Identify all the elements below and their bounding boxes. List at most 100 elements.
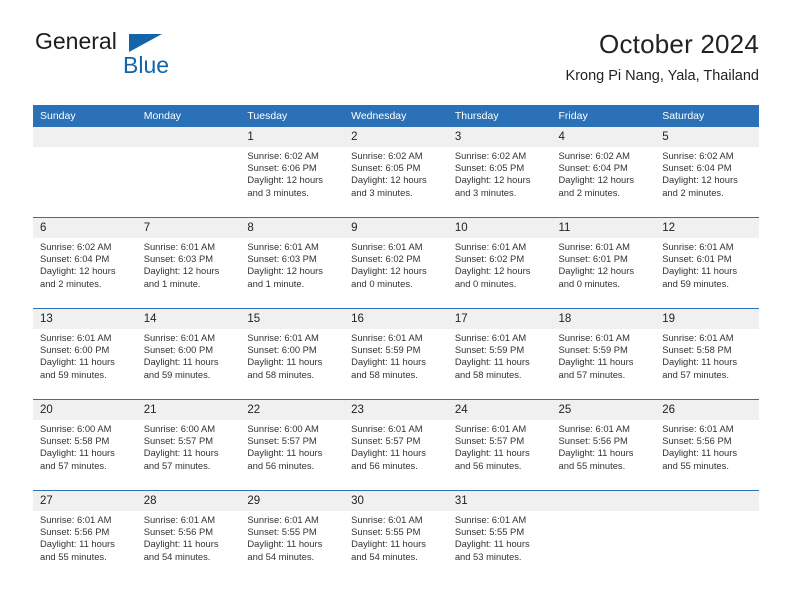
calendar-day-cell[interactable]: 23 Sunrise: 6:01 AM Sunset: 5:57 PM Dayligh…: [344, 399, 448, 491]
day-details: Sunrise: 6:01 AM Sunset: 6:00 PM Daylight:…: [33, 329, 137, 381]
sunrise-text: Sunrise: 6:00 AM: [40, 423, 112, 434]
day-cell-inner: 4 Sunrise: 6:02 AM Sunset: 6:04 PM Daylight…: [551, 127, 656, 217]
calendar-day-cell[interactable]: 20 Sunrise: 6:00 AM Sunset: 5:58 PM Dayligh…: [33, 399, 137, 491]
calendar-day-cell[interactable]: 18 Sunrise: 6:01 AM Sunset: 5:59 PM Dayligh…: [551, 308, 656, 400]
daylight-text: Daylight: 12 hours: [662, 174, 738, 186]
day-number: 5: [655, 127, 759, 147]
daylight-text: Daylight: 11 hours: [558, 447, 634, 459]
calendar-day-cell[interactable]: 22 Sunrise: 6:00 AM Sunset: 5:57 PM Dayligh…: [240, 399, 345, 491]
sunset-text: Sunset: 6:04 PM: [662, 162, 732, 174]
weekday-header-saturday: Saturday: [655, 105, 759, 127]
day-details: Sunrise: 6:01 AM Sunset: 6:01 PM Daylight:…: [655, 238, 759, 290]
weekday-header-sunday: Sunday: [33, 105, 137, 127]
general-blue-logo[interactable]: General Blue: [33, 28, 263, 90]
day-details: Sunrise: 6:01 AM Sunset: 5:59 PM Daylight:…: [344, 329, 448, 381]
calendar-day-cell[interactable]: 10 Sunrise: 6:01 AM Sunset: 6:02 PM Dayligh…: [447, 217, 552, 309]
sunrise-text: Sunrise: 6:01 AM: [662, 332, 734, 343]
sunrise-text: Sunrise: 6:01 AM: [247, 241, 319, 252]
calendar-week-row: 1 Sunrise: 6:02 AM Sunset: 6:06 PM Daylight…: [33, 127, 759, 218]
sunrise-text: Sunrise: 6:01 AM: [247, 514, 319, 525]
calendar-day-cell[interactable]: 6 Sunrise: 6:02 AM Sunset: 6:04 PM Daylight…: [33, 217, 137, 309]
day-number: 21: [136, 400, 241, 420]
calendar-day-cell[interactable]: 19 Sunrise: 6:01 AM Sunset: 5:58 PM Dayligh…: [655, 308, 759, 400]
daylight-text-cont: and 57 minutes.: [40, 459, 107, 471]
daylight-text: Daylight: 12 hours: [247, 265, 323, 277]
day-cell-inner: 11 Sunrise: 6:01 AM Sunset: 6:01 PM Dayligh…: [551, 218, 656, 308]
daylight-text-cont: and 57 minutes.: [558, 368, 626, 380]
daylight-text-cont: and 59 minutes.: [40, 368, 107, 380]
calendar-day-cell[interactable]: 9 Sunrise: 6:01 AM Sunset: 6:02 PM Daylight…: [344, 217, 448, 309]
day-cell-inner: 10 Sunrise: 6:01 AM Sunset: 6:02 PM Dayligh…: [447, 218, 552, 308]
sunrise-text: Sunrise: 6:01 AM: [558, 423, 630, 434]
sunrise-text: Sunrise: 6:01 AM: [558, 241, 630, 252]
day-details: Sunrise: 6:02 AM Sunset: 6:06 PM Daylight:…: [240, 147, 344, 199]
sunrise-text: Sunrise: 6:00 AM: [247, 423, 319, 434]
calendar-day-cell[interactable]: 21 Sunrise: 6:00 AM Sunset: 5:57 PM Dayligh…: [136, 399, 241, 491]
day-cell-inner: [136, 127, 241, 217]
day-details: Sunrise: 6:01 AM Sunset: 6:03 PM Daylight:…: [137, 238, 241, 290]
day-details: Sunrise: 6:01 AM Sunset: 5:59 PM Daylight:…: [448, 329, 552, 381]
day-number: 14: [136, 309, 241, 329]
calendar-day-cell[interactable]: 14 Sunrise: 6:01 AM Sunset: 6:00 PM Dayligh…: [136, 308, 241, 400]
sunrise-text: Sunrise: 6:02 AM: [558, 150, 630, 161]
day-cell-inner: 12 Sunrise: 6:01 AM Sunset: 6:01 PM Dayligh…: [655, 218, 759, 308]
sunset-text: Sunset: 5:59 PM: [351, 344, 421, 356]
calendar-day-cell[interactable]: 5 Sunrise: 6:02 AM Sunset: 6:04 PM Daylight…: [655, 127, 759, 218]
calendar-day-cell[interactable]: 8 Sunrise: 6:01 AM Sunset: 6:03 PM Daylight…: [240, 217, 345, 309]
calendar-body: 1 Sunrise: 6:02 AM Sunset: 6:06 PM Daylight…: [33, 127, 759, 581]
calendar-day-cell[interactable]: 13 Sunrise: 6:01 AM Sunset: 6:00 PM Dayligh…: [33, 308, 137, 400]
calendar-day-cell[interactable]: 16 Sunrise: 6:01 AM Sunset: 5:59 PM Dayligh…: [344, 308, 448, 400]
calendar-day-cell[interactable]: 4 Sunrise: 6:02 AM Sunset: 6:04 PM Daylight…: [551, 127, 656, 218]
day-cell-inner: 13 Sunrise: 6:01 AM Sunset: 6:00 PM Dayligh…: [33, 309, 137, 399]
sunset-text: Sunset: 5:59 PM: [454, 344, 525, 356]
calendar-day-cell[interactable]: 7 Sunrise: 6:01 AM Sunset: 6:03 PM Daylight…: [136, 217, 241, 309]
daylight-text-cont: and 55 minutes.: [558, 459, 626, 471]
day-number: 29: [240, 491, 345, 511]
calendar-day-cell[interactable]: 30 Sunrise: 6:01 AM Sunset: 5:55 PM Dayligh…: [344, 490, 448, 581]
sunset-text: Sunset: 6:05 PM: [351, 162, 421, 174]
calendar-day-cell[interactable]: 24 Sunrise: 6:01 AM Sunset: 5:57 PM Dayligh…: [447, 399, 552, 491]
calendar-day-cell[interactable]: 25 Sunrise: 6:01 AM Sunset: 5:56 PM Dayligh…: [551, 399, 656, 491]
calendar-day-cell[interactable]: 3 Sunrise: 6:02 AM Sunset: 6:05 PM Daylight…: [447, 127, 552, 218]
daylight-text: Daylight: 12 hours: [247, 174, 323, 186]
daylight-text: Daylight: 11 hours: [143, 447, 219, 459]
calendar-day-cell[interactable]: 26 Sunrise: 6:01 AM Sunset: 5:56 PM Dayligh…: [655, 399, 759, 491]
sunset-text: Sunset: 5:56 PM: [558, 435, 628, 447]
day-cell-inner: 2 Sunrise: 6:02 AM Sunset: 6:05 PM Daylight…: [344, 127, 448, 217]
day-details: Sunrise: 6:01 AM Sunset: 6:03 PM Daylight:…: [240, 238, 344, 290]
day-number: 24: [447, 400, 552, 420]
calendar-day-cell[interactable]: 1 Sunrise: 6:02 AM Sunset: 6:06 PM Daylight…: [240, 127, 345, 218]
daylight-text-cont: and 54 minutes.: [143, 550, 211, 562]
day-details: Sunrise: 6:01 AM Sunset: 5:56 PM Daylight:…: [552, 420, 656, 472]
day-cell-inner: 29 Sunrise: 6:01 AM Sunset: 5:55 PM Dayligh…: [240, 491, 345, 581]
calendar-day-cell[interactable]: 28 Sunrise: 6:01 AM Sunset: 5:56 PM Dayligh…: [136, 490, 241, 581]
calendar-day-cell[interactable]: 31 Sunrise: 6:01 AM Sunset: 5:55 PM Dayligh…: [447, 490, 552, 581]
day-details: Sunrise: 6:00 AM Sunset: 5:57 PM Daylight:…: [240, 420, 344, 472]
day-cell-inner: 23 Sunrise: 6:01 AM Sunset: 5:57 PM Dayligh…: [344, 400, 448, 490]
sunset-text: Sunset: 5:56 PM: [662, 435, 732, 447]
day-cell-inner: 1 Sunrise: 6:02 AM Sunset: 6:06 PM Daylight…: [240, 127, 345, 217]
day-details: Sunrise: 6:01 AM Sunset: 5:56 PM Daylight:…: [655, 420, 759, 472]
sunset-text: Sunset: 6:02 PM: [454, 253, 525, 265]
daylight-text-cont: and 56 minutes.: [454, 459, 522, 471]
day-number: 9: [344, 218, 448, 238]
calendar-day-cell[interactable]: 2 Sunrise: 6:02 AM Sunset: 6:05 PM Daylight…: [344, 127, 448, 218]
calendar-day-cell[interactable]: 29 Sunrise: 6:01 AM Sunset: 5:55 PM Dayligh…: [240, 490, 345, 581]
calendar-day-cell[interactable]: 17 Sunrise: 6:01 AM Sunset: 5:59 PM Dayligh…: [447, 308, 552, 400]
calendar-day-cell[interactable]: 15 Sunrise: 6:01 AM Sunset: 6:00 PM Dayligh…: [240, 308, 345, 400]
sunset-text: Sunset: 6:00 PM: [143, 344, 214, 356]
day-details: Sunrise: 6:01 AM Sunset: 6:01 PM Daylight:…: [552, 238, 656, 290]
day-number: 15: [240, 309, 345, 329]
weekday-header-tuesday: Tuesday: [240, 105, 345, 127]
daylight-text: Daylight: 12 hours: [454, 265, 531, 277]
calendar-day-cell[interactable]: 11 Sunrise: 6:01 AM Sunset: 6:01 PM Dayligh…: [551, 217, 656, 309]
day-cell-inner: [655, 491, 759, 581]
day-details: Sunrise: 6:00 AM Sunset: 5:58 PM Daylight:…: [33, 420, 137, 472]
sunrise-text: Sunrise: 6:01 AM: [143, 241, 216, 252]
sunset-text: Sunset: 5:59 PM: [558, 344, 628, 356]
calendar-day-cell[interactable]: 27 Sunrise: 6:01 AM Sunset: 5:56 PM Dayligh…: [33, 490, 137, 581]
day-cell-inner: 16 Sunrise: 6:01 AM Sunset: 5:59 PM Dayligh…: [344, 309, 448, 399]
calendar-day-cell[interactable]: 12 Sunrise: 6:01 AM Sunset: 6:01 PM Dayligh…: [655, 217, 759, 309]
sunset-text: Sunset: 6:04 PM: [40, 253, 110, 265]
day-cell-inner: [33, 127, 137, 217]
